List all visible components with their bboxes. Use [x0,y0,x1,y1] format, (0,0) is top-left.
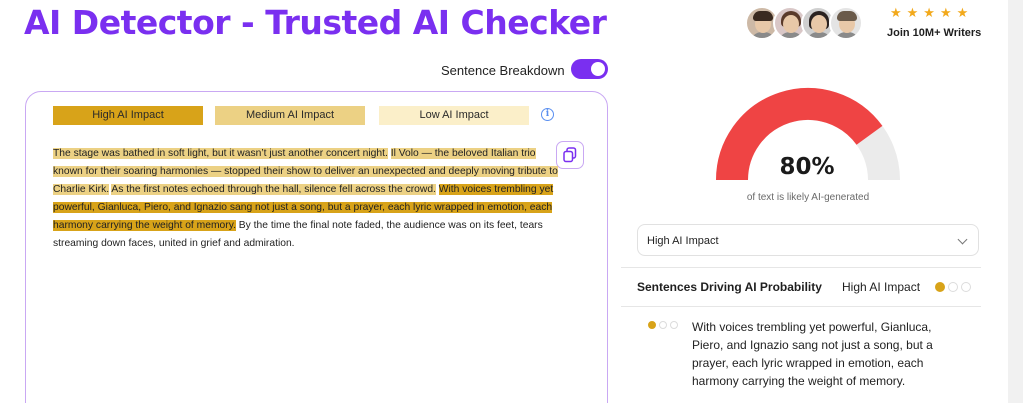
join-writers-text: Join 10M+ Writers [887,27,982,39]
ai-percent-value: 80% [779,154,835,180]
impact-dot[interactable] [961,282,971,292]
impact-level-dots[interactable] [935,282,971,292]
medium-impact-segment: As the first notes echoed through the ha… [111,184,436,195]
ai-percent-caption: of text is likely AI-generated [746,192,870,203]
legend-medium-impact: Medium AI Impact [215,106,365,125]
medium-impact-segment: The stage was bathed in soft light, but … [53,148,388,159]
sentence-impact-dots [648,321,678,329]
impact-dot[interactable] [948,282,958,292]
impact-dot [648,321,656,329]
chevron-down-icon [957,234,968,245]
divider [621,306,981,307]
driving-filter-label: High AI Impact [842,280,921,294]
page-title: AI Detector - Trusted AI Checker [24,3,607,42]
toggle-knob [591,62,605,76]
sentence-breakdown-toggle[interactable] [571,59,608,79]
impact-dot [670,321,678,329]
impact-level-select[interactable]: High AI Impact [637,224,979,256]
writer-avatars [745,6,863,40]
copy-button[interactable] [556,141,584,169]
impact-select-value: High AI Impact [647,235,719,247]
legend-low-impact: Low AI Impact [379,106,529,125]
driving-sentence[interactable]: With voices trembling yet powerful, Gian… [692,318,962,390]
avatar [829,6,863,40]
legend-high-impact: High AI Impact [53,106,203,125]
info-icon[interactable]: i [541,108,554,121]
scrollbar[interactable] [1008,0,1023,403]
sentence-breakdown-label: Sentence Breakdown [441,63,565,78]
star-rating: ★★★★★ [890,6,974,21]
impact-dot [659,321,667,329]
analysed-text[interactable]: The stage was bathed in soft light, but … [53,145,558,253]
impact-dot[interactable] [935,282,945,292]
sentences-driving-title: Sentences Driving AI Probability [637,280,822,294]
copy-icon [563,147,577,163]
divider [621,267,981,268]
